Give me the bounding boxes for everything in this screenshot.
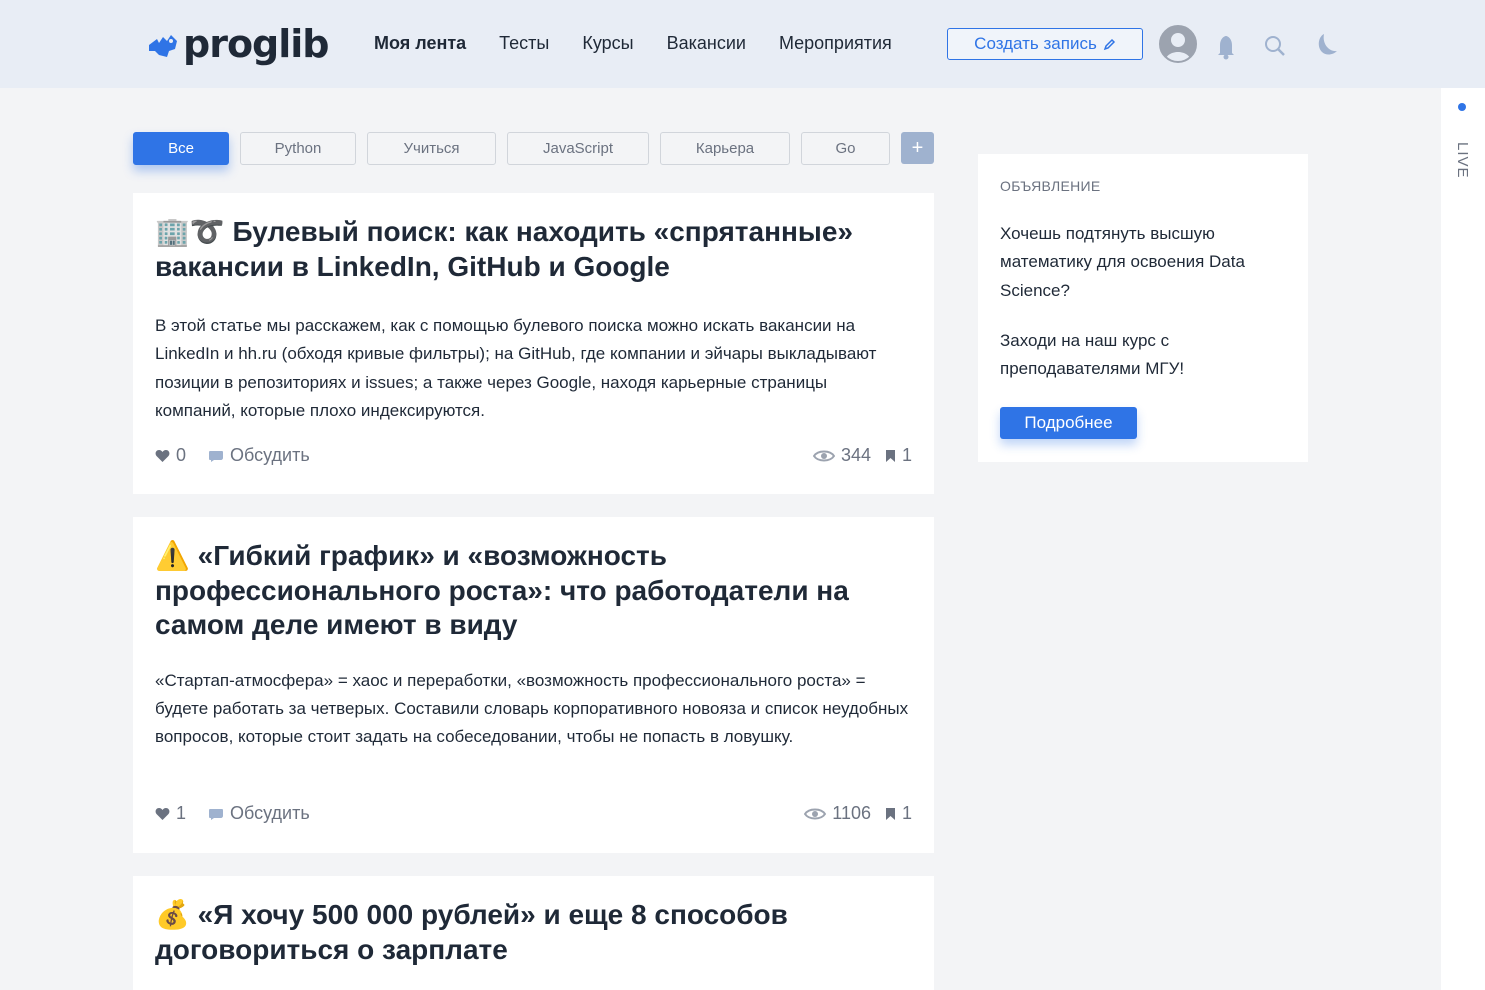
post-card: 💰 «Я хочу 500 000 рублей» и еще 8 способ… bbox=[133, 876, 934, 990]
post-emoji: 💰 bbox=[155, 898, 190, 931]
bookmark-button[interactable]: 1 bbox=[885, 445, 912, 466]
post-card: 🏢➰ Булевый поиск: как находить «спрятанн… bbox=[133, 193, 934, 494]
bookmark-count: 1 bbox=[901, 445, 912, 465]
eye-icon bbox=[812, 450, 835, 461]
like-count: 0 bbox=[176, 445, 187, 465]
nav-vacancies[interactable]: Вакансии bbox=[667, 33, 746, 54]
add-tab-button[interactable]: + bbox=[901, 132, 934, 164]
discuss-label: Обсудить bbox=[230, 445, 310, 465]
topic-tabs: Все Python Учиться JavaScript Карьера Go bbox=[133, 132, 890, 165]
announcement-panel: ОБЪЯВЛЕНИЕ Хочешь подтянуть высшую матем… bbox=[978, 154, 1308, 462]
comment-icon bbox=[209, 808, 224, 820]
nav-events[interactable]: Мероприятия bbox=[779, 33, 892, 54]
discuss-button[interactable]: Обсудить bbox=[208, 445, 310, 466]
pencil-icon bbox=[1103, 38, 1115, 50]
tab-learn[interactable]: Учиться bbox=[367, 132, 496, 165]
post-excerpt: «Стартап-атмосфера» = хаос и переработки… bbox=[155, 670, 909, 747]
discuss-button[interactable]: Обсудить bbox=[208, 803, 310, 824]
more-info-button[interactable]: Подробнее bbox=[1000, 407, 1137, 439]
post-emoji: ⚠️ bbox=[155, 539, 190, 572]
announcement-text: Заходи на наш курс с преподавателями МГУ… bbox=[1000, 330, 1185, 379]
nav-my-feed[interactable]: Моя лента bbox=[374, 33, 466, 54]
post-title-text: «Гибкий график» и «возможность профессио… bbox=[155, 540, 849, 640]
moon-icon[interactable] bbox=[1312, 27, 1338, 61]
post-meta: 1 Обсудить 1106 1 bbox=[155, 803, 912, 824]
tab-career[interactable]: Карьера bbox=[660, 132, 790, 165]
main-nav: Моя лента Тесты Курсы Вакансии Мероприят… bbox=[374, 33, 892, 54]
bookmark-icon bbox=[885, 807, 895, 820]
logo-text: proglib bbox=[183, 22, 330, 66]
post-emoji: 🏢➰ bbox=[155, 215, 225, 248]
discuss-label: Обсудить bbox=[230, 803, 310, 823]
post-title[interactable]: 💰 «Я хочу 500 000 рублей» и еще 8 способ… bbox=[155, 898, 912, 967]
nav-tests[interactable]: Тесты bbox=[499, 33, 549, 54]
bell-icon[interactable] bbox=[1216, 27, 1236, 61]
views-count: 344 bbox=[840, 445, 871, 465]
heart-icon bbox=[155, 449, 170, 462]
announcement-text: Хочешь подтянуть высшую математику для о… bbox=[1000, 224, 1245, 300]
like-button[interactable]: 1 bbox=[155, 803, 186, 824]
post-card: ⚠️ «Гибкий график» и «возможность профес… bbox=[133, 517, 934, 853]
like-button[interactable]: 0 bbox=[155, 445, 186, 466]
tab-all[interactable]: Все bbox=[133, 132, 229, 165]
post-meta: 0 Обсудить 344 1 bbox=[155, 445, 912, 466]
like-count: 1 bbox=[176, 803, 187, 823]
live-label: LIVE bbox=[1454, 142, 1471, 179]
avatar-icon[interactable] bbox=[1159, 25, 1197, 63]
post-title-text: Булевый поиск: как находить «спрятанные»… bbox=[155, 216, 853, 282]
logo-mark-icon bbox=[149, 35, 177, 57]
bookmark-icon bbox=[885, 449, 895, 462]
bookmark-button[interactable]: 1 bbox=[885, 803, 912, 824]
top-header: proglib Моя лента Тесты Курсы Вакансии М… bbox=[0, 0, 1485, 88]
tab-go[interactable]: Go bbox=[801, 132, 890, 165]
bookmark-count: 1 bbox=[901, 803, 912, 823]
post-excerpt: В этой статье мы расскажем, как с помощь… bbox=[155, 316, 877, 420]
views-count: 1106 bbox=[832, 803, 871, 823]
nav-courses[interactable]: Курсы bbox=[582, 33, 633, 54]
live-indicator-dot bbox=[1458, 103, 1466, 111]
proglib-logo[interactable]: proglib bbox=[147, 22, 330, 66]
post-title-text: «Я хочу 500 000 рублей» и еще 8 способов… bbox=[155, 899, 788, 965]
post-title[interactable]: ⚠️ «Гибкий график» и «возможность профес… bbox=[155, 539, 912, 643]
search-icon[interactable] bbox=[1264, 27, 1286, 61]
create-post-label: Создать запись bbox=[974, 34, 1097, 53]
announcement-label: ОБЪЯВЛЕНИЕ bbox=[1000, 178, 1101, 194]
live-panel-toggle[interactable]: LIVE bbox=[1441, 88, 1485, 990]
create-post-button[interactable]: Создать запись bbox=[947, 28, 1143, 60]
comment-icon bbox=[209, 450, 224, 462]
tab-python[interactable]: Python bbox=[240, 132, 356, 165]
post-title[interactable]: 🏢➰ Булевый поиск: как находить «спрятанн… bbox=[155, 215, 912, 284]
tab-javascript[interactable]: JavaScript bbox=[507, 132, 649, 165]
views-counter: 1106 bbox=[804, 803, 871, 824]
views-counter: 344 bbox=[812, 445, 871, 466]
heart-icon bbox=[155, 807, 170, 820]
eye-icon bbox=[804, 808, 827, 819]
